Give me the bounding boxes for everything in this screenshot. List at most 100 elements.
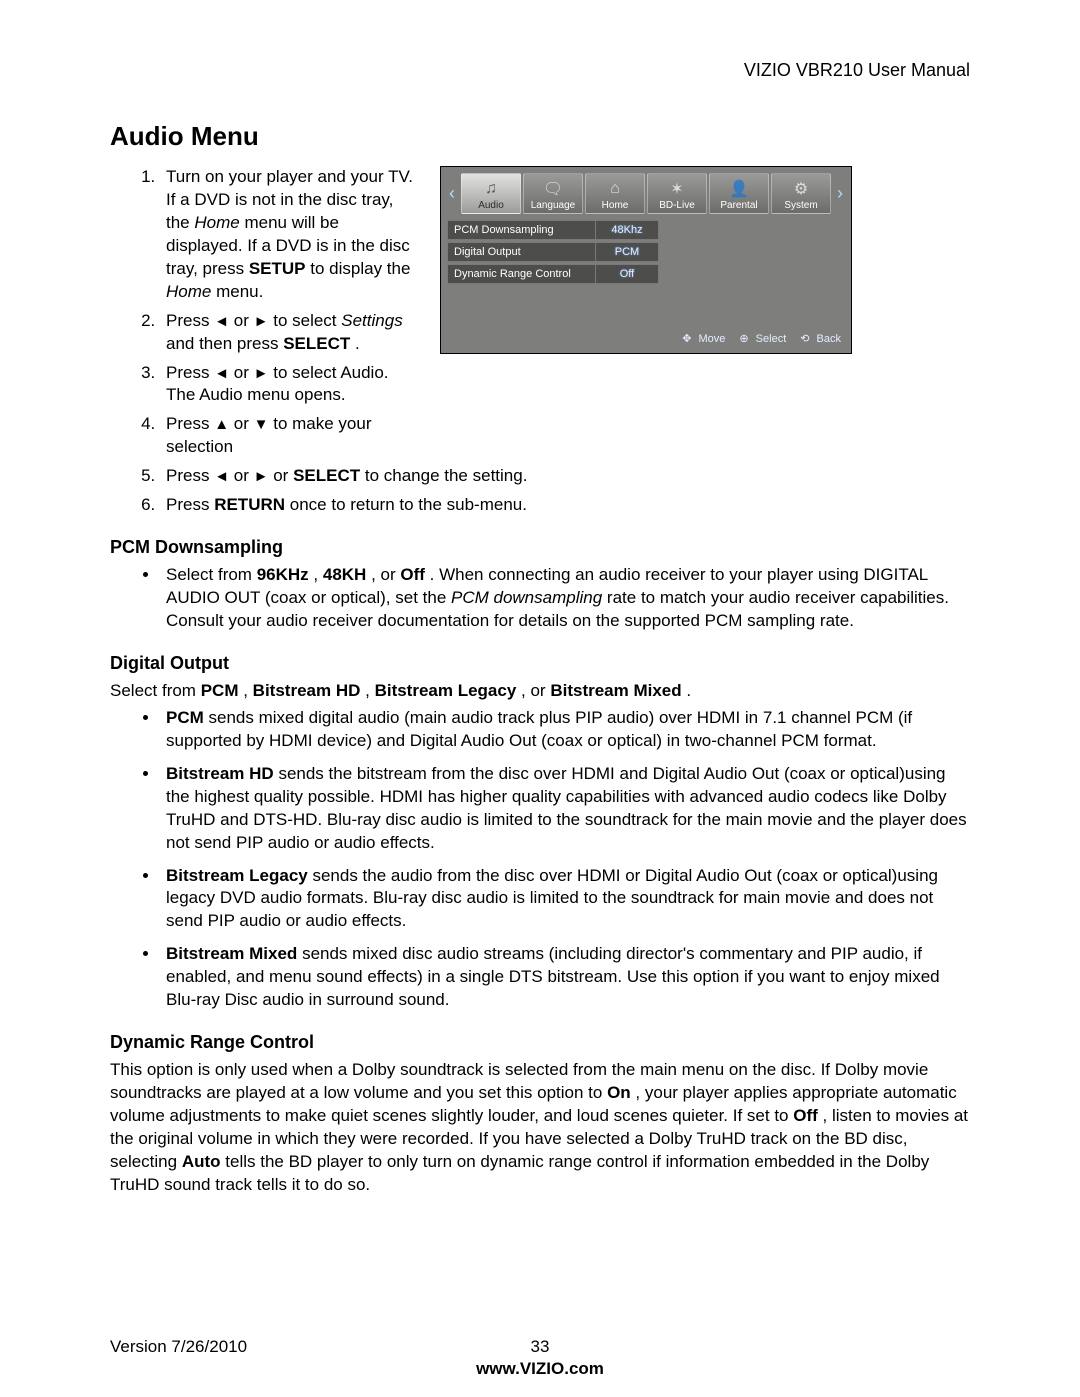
on-bold: On <box>607 1083 631 1102</box>
osd-tab-audio: ♫ Audio <box>461 173 521 214</box>
osd-tab-label: Language <box>524 200 582 211</box>
bitstream-mixed-bold: Bitstream Mixed <box>550 681 681 700</box>
auto-bold: Auto <box>182 1152 221 1171</box>
step-2e: and then press <box>166 334 283 353</box>
settings-italic: Settings <box>341 311 402 330</box>
gear-icon: ⚙ <box>772 178 830 200</box>
pcm-downsampling-italic: PCM downsampling <box>451 588 602 607</box>
dig-intro-c: , <box>243 681 252 700</box>
step-3b: or <box>234 363 254 382</box>
osd-screenshot: ‹ ♫ Audio 🗨 Language ⌂ Home ✶ BD-Live <box>440 166 852 354</box>
step-5b: or <box>234 466 254 485</box>
arrow-left-icon: ◄ <box>214 312 229 332</box>
arrow-right-icon: ► <box>254 467 269 487</box>
osd-tab-parental: 👤 Parental <box>709 173 769 214</box>
arrow-right-icon: ► <box>254 364 269 384</box>
step-4b: or <box>234 414 254 433</box>
person-icon: 👤 <box>710 178 768 200</box>
arrow-up-icon: ▲ <box>214 415 229 435</box>
digital-output-intro: Select from PCM , Bitstream HD , Bitstre… <box>110 680 970 703</box>
footer-url: www.VIZIO.com <box>110 1359 970 1379</box>
header-title: VIZIO VBR210 User Manual <box>110 60 970 81</box>
osd-hint-label: Select <box>756 333 787 345</box>
osd-row: Dynamic Range Control Off <box>447 264 845 284</box>
step-6c: once to return to the sub-menu. <box>290 495 527 514</box>
osd-hint-back: ⟲ Back <box>800 332 841 345</box>
bitstream-legacy-bold: Bitstream Legacy <box>375 681 517 700</box>
osd-hint-label: Back <box>817 333 841 345</box>
drc-paragraph: This option is only used when a Dolby so… <box>110 1059 970 1197</box>
speech-bubble-icon: 🗨 <box>524 178 582 200</box>
step-1: Turn on your player and your TV. If a DV… <box>160 166 420 304</box>
osd-row-value: Off <box>595 264 659 284</box>
step-1-text-e: to display the <box>310 259 410 278</box>
48kh-bold: 48KH <box>323 565 366 584</box>
osd-row-value: 48Khz <box>595 220 659 240</box>
pcm-bullet-1: Select from 96KHz , 48KH , or Off . When… <box>160 564 970 633</box>
step-1-text-g: menu. <box>216 282 263 301</box>
osd-row-label: Dynamic Range Control <box>447 264 595 284</box>
dig-bullet-bleg: Bitstream Legacy sends the audio from th… <box>160 865 970 934</box>
page: VIZIO VBR210 User Manual Audio Menu Turn… <box>0 0 1080 1397</box>
bitstream-hd-bold: Bitstream HD <box>166 764 274 783</box>
home-italic: Home <box>194 213 239 232</box>
osd-tab-bar: ‹ ♫ Audio 🗨 Language ⌂ Home ✶ BD-Live <box>441 167 851 218</box>
dig-li2-b: sends the bitstream from the disc over H… <box>166 764 967 852</box>
dig-li1-b: sends mixed digital audio (main audio tr… <box>166 708 912 750</box>
digital-output-bullets: PCM sends mixed digital audio (main audi… <box>110 707 970 1012</box>
pcm-bold: PCM <box>166 708 204 727</box>
osd-tab-language: 🗨 Language <box>523 173 583 214</box>
step-5e: to change the setting. <box>365 466 528 485</box>
page-title: Audio Menu <box>110 121 970 152</box>
drc-p4: tells the BD player to only turn on dyna… <box>110 1152 929 1194</box>
select-icon: ⊕ <box>739 332 748 345</box>
step-6a: Press <box>166 495 214 514</box>
pcm-bold: PCM <box>201 681 239 700</box>
osd-items: PCM Downsampling 48Khz Digital Output PC… <box>441 218 851 292</box>
move-icon: ✥ <box>682 332 691 345</box>
back-icon: ⟲ <box>800 332 809 345</box>
osd-hint-label: Move <box>698 333 725 345</box>
home-italic-2: Home <box>166 282 211 301</box>
dig-bullet-bhd: Bitstream HD sends the bitstream from th… <box>160 763 970 855</box>
steps-column: Turn on your player and your TV. If a DV… <box>110 166 420 465</box>
osd-tab-bdlive: ✶ BD-Live <box>647 173 707 214</box>
osd-row-label: Digital Output <box>447 242 595 262</box>
select-bold: SELECT <box>283 334 350 353</box>
dig-intro-i: . <box>686 681 691 700</box>
arrow-left-icon: ◄ <box>214 467 229 487</box>
drc-heading: Dynamic Range Control <box>110 1032 970 1053</box>
arrow-down-icon: ▼ <box>254 415 269 435</box>
pcm-b1a: Select from <box>166 565 257 584</box>
step-5c: or <box>273 466 293 485</box>
footer-page-number: 33 <box>110 1337 970 1357</box>
intro-row: Turn on your player and your TV. If a DV… <box>110 166 970 465</box>
osd-row-label: PCM Downsampling <box>447 220 595 240</box>
off-bold: Off <box>400 565 425 584</box>
step-6: Press RETURN once to return to the sub-m… <box>160 494 970 517</box>
osd-tab-label: System <box>772 200 830 211</box>
step-2c: to select <box>273 311 341 330</box>
osd-row: PCM Downsampling 48Khz <box>447 220 845 240</box>
pcm-heading: PCM Downsampling <box>110 537 970 558</box>
osd-tab-label: Home <box>586 200 644 211</box>
steps-list: Turn on your player and your TV. If a DV… <box>110 166 420 459</box>
osd-hint-move: ✥ Move <box>682 332 725 345</box>
bitstream-hd-bold: Bitstream HD <box>253 681 361 700</box>
step-3: Press ◄ or ► to select Audio. The Audio … <box>160 362 420 408</box>
pcm-b1c: , <box>313 565 322 584</box>
digital-output-heading: Digital Output <box>110 653 970 674</box>
pcm-bullets: Select from 96KHz , 48KH , or Off . When… <box>110 564 970 633</box>
step-5a: Press <box>166 466 214 485</box>
osd-hints: ✥ Move ⊕ Select ⟲ Back <box>441 292 851 353</box>
96khz-bold: 96KHz <box>257 565 309 584</box>
bitstream-mixed-bold: Bitstream Mixed <box>166 944 297 963</box>
page-footer: Version 7/26/2010 33 www.VIZIO.com <box>110 1337 970 1357</box>
step-3a: Press <box>166 363 214 382</box>
pcm-b1e: , or <box>371 565 400 584</box>
osd-nav-right-icon: › <box>833 173 847 214</box>
bitstream-legacy-bold: Bitstream Legacy <box>166 866 308 885</box>
select-bold: SELECT <box>293 466 360 485</box>
dig-intro-a: Select from <box>110 681 201 700</box>
step-2a: Press <box>166 311 214 330</box>
